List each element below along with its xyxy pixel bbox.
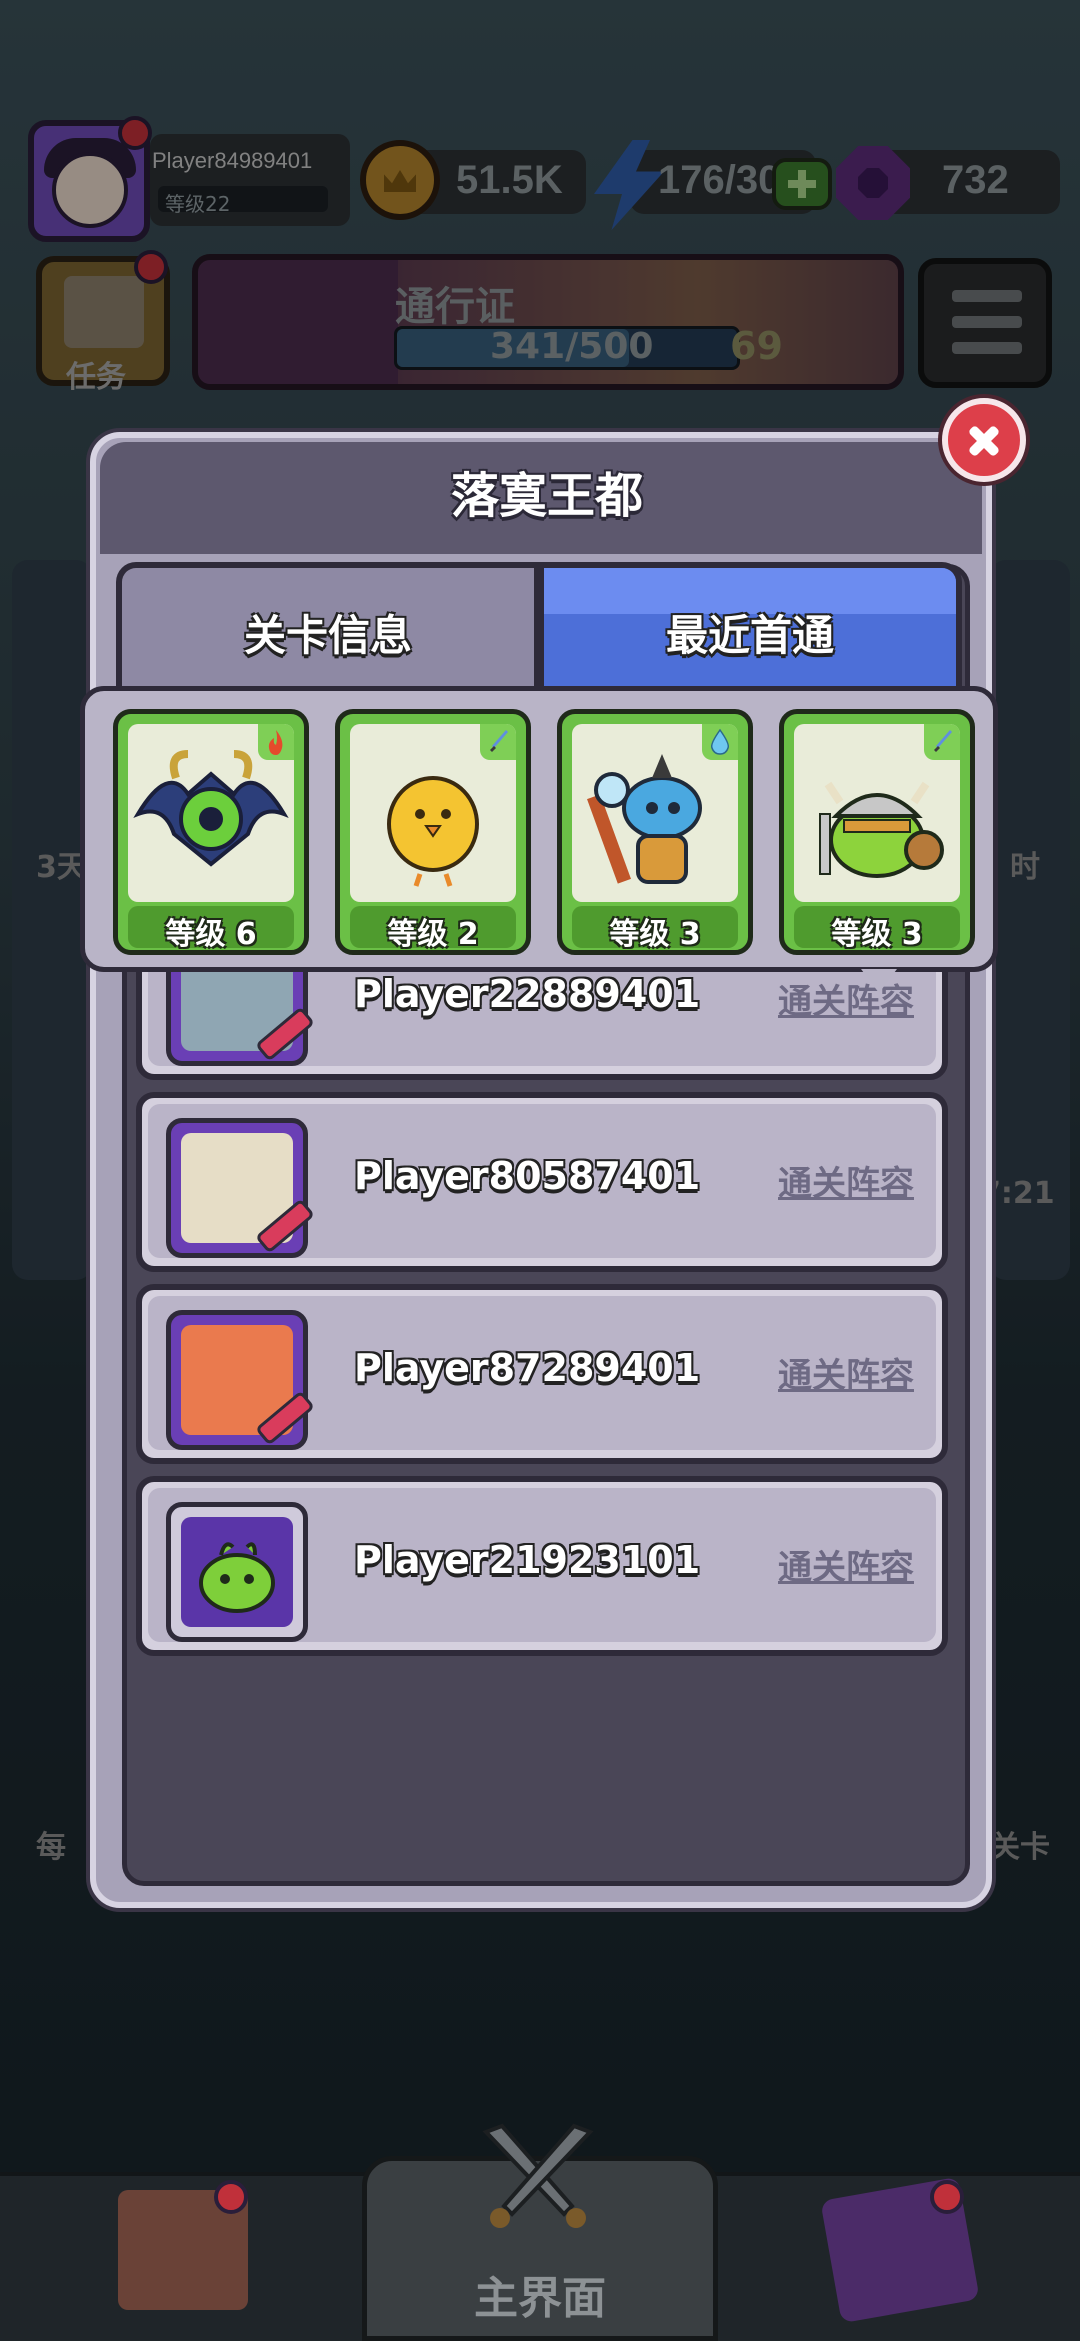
slime-avatar[interactable]	[166, 1502, 308, 1642]
cards-notification-dot-icon	[930, 2180, 964, 2214]
hero-card[interactable]: 等级 3	[779, 709, 975, 955]
sword-icon	[490, 730, 508, 752]
player-name: Player87289401	[354, 1346, 701, 1390]
hero-card[interactable]: 等级 6	[113, 709, 309, 955]
close-button[interactable]	[942, 398, 1026, 482]
hero-level: 等级 2	[387, 917, 479, 952]
list-item: Player80587401 通关阵容	[136, 1092, 948, 1272]
fire-icon	[268, 730, 283, 755]
hero-level: 等级 6	[165, 917, 257, 952]
hero-level-bar: 等级 2	[350, 906, 516, 952]
avatar-image	[181, 1517, 293, 1627]
list-item: Player87289401 通关阵容	[136, 1284, 948, 1464]
tab-recent-first-clear[interactable]: 最近首通	[538, 562, 962, 686]
hero-card[interactable]: 等级 3	[557, 709, 753, 955]
tab-level-info[interactable]: 关卡信息	[116, 562, 540, 686]
list-item: Player21923101 通关阵容	[136, 1476, 948, 1656]
clear-lineup-link[interactable]: 通关阵容	[778, 1348, 914, 1397]
element-badge	[924, 724, 960, 760]
main-screen-label: 主界面	[474, 2273, 606, 2324]
hero-level: 等级 3	[831, 917, 923, 952]
player-name: Player22889401	[354, 972, 701, 1016]
tab-recent-first-clear-label: 最近首通	[665, 611, 834, 660]
slime-icon	[199, 1542, 275, 1613]
shop-notification-dot-icon	[214, 2180, 248, 2214]
lineup-popup: 等级 6 等级 2 等级 3 等级 3	[80, 686, 998, 993]
tab-level-info-label: 关卡信息	[243, 611, 412, 660]
clear-lineup-link[interactable]: 通关阵容	[778, 1540, 914, 1589]
hero-level: 等级 3	[609, 917, 701, 952]
player-name: Player80587401	[354, 1154, 701, 1198]
imp-avatar[interactable]	[166, 1310, 316, 1450]
player-name: Player21923101	[354, 1538, 701, 1582]
priestess-avatar[interactable]	[166, 1118, 316, 1258]
element-badge	[258, 724, 294, 760]
hero-level-bar: 等级 6	[128, 906, 294, 952]
clear-lineup-link[interactable]: 通关阵容	[778, 974, 914, 1023]
hero-card[interactable]: 等级 2	[335, 709, 531, 955]
crossed-swords-icon	[482, 2123, 594, 2228]
hero-level-bar: 等级 3	[794, 906, 960, 952]
clear-lineup-link[interactable]: 通关阵容	[778, 1156, 914, 1205]
element-badge	[702, 724, 738, 760]
hero-level-bar: 等级 3	[572, 906, 738, 952]
water-drop-icon	[710, 728, 730, 755]
element-badge	[480, 724, 516, 760]
modal-title: 落寞王都	[450, 468, 643, 524]
sword-icon	[934, 730, 952, 752]
